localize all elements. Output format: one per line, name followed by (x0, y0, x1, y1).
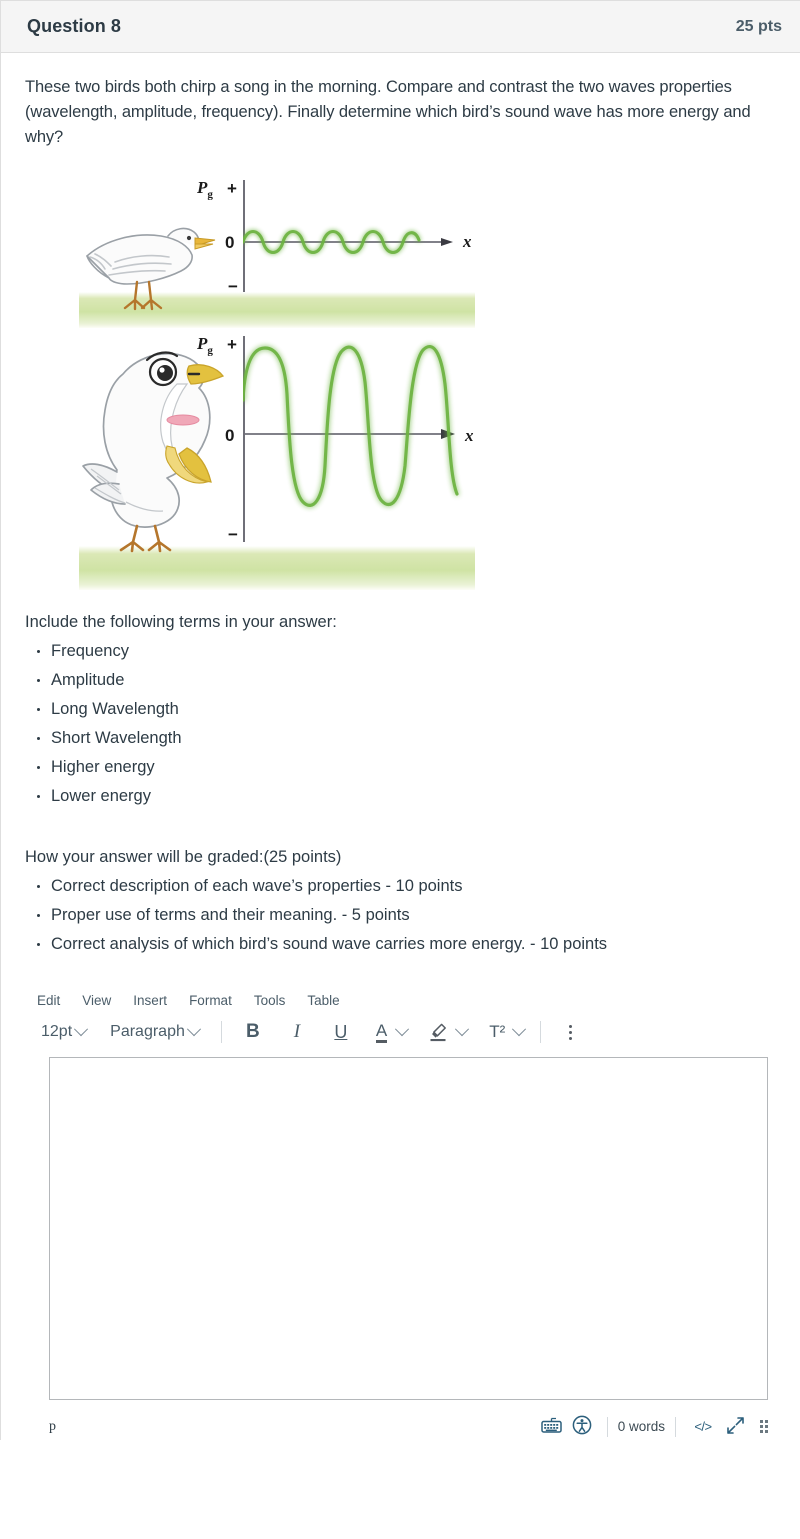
keyboard-shortcuts-button[interactable] (537, 1414, 567, 1440)
figure-panel-bottom: Pg + − 0 x (79, 328, 475, 590)
menu-edit[interactable]: Edit (37, 993, 60, 1008)
text-color-button[interactable]: A (368, 1018, 415, 1047)
figure-panel-top: Pg + − 0 x (79, 166, 475, 328)
editor-statusbar: p 0 words </> (49, 1414, 768, 1440)
question-points: 25 pts (735, 17, 782, 35)
question-card: Question 8 25 pts These two birds both c… (0, 0, 800, 1440)
list-item: Correct description of each wave’s prope… (37, 872, 780, 901)
y-axis-label-top: Pg (197, 178, 213, 201)
superscript-button[interactable]: T² (481, 1018, 532, 1046)
code-icon: </> (694, 1419, 712, 1435)
editor-menubar: Edit View Insert Format Tools Table (25, 989, 780, 1016)
wave-graph-bottom (243, 345, 459, 507)
list-item: Proper use of terms and their meaning. -… (37, 901, 780, 930)
chevron-down-icon (186, 1022, 201, 1037)
list-item: Long Wavelength (37, 695, 780, 724)
bold-button[interactable]: B (238, 1018, 268, 1046)
block-format-select[interactable]: Paragraph (104, 1019, 205, 1045)
grading-intro: How your answer will be graded:(25 point… (25, 848, 342, 866)
block-format-value: Paragraph (110, 1023, 185, 1041)
plus-sign-bottom: + (227, 335, 237, 354)
statusbar-divider (606, 1416, 608, 1437)
toolbar-divider (220, 1021, 222, 1044)
menu-tools[interactable]: Tools (254, 993, 286, 1008)
menu-format[interactable]: Format (189, 993, 232, 1008)
list-item: Correct analysis of which bird’s sound w… (37, 930, 780, 959)
toolbar-divider (540, 1021, 542, 1044)
more-options-button[interactable] (555, 1018, 585, 1046)
chevron-down-icon (74, 1022, 89, 1037)
superscript-icon: T² (489, 1022, 506, 1042)
chevron-down-icon (395, 1022, 410, 1037)
plus-sign-top: + (227, 179, 237, 198)
list-item: Higher energy (37, 753, 780, 782)
minus-sign-bottom: − (228, 525, 238, 544)
wave-graph-top (243, 229, 453, 255)
underline-button[interactable]: U (326, 1018, 356, 1046)
list-item: Lower energy (37, 782, 780, 811)
highlight-color-button[interactable] (421, 1018, 475, 1046)
chevron-down-icon (512, 1022, 527, 1037)
editor-toolbar: 12pt Paragraph B I U A T² (25, 1016, 780, 1057)
kebab-menu-icon (568, 1024, 572, 1040)
underline-icon: U (334, 1021, 348, 1042)
menu-view[interactable]: View (82, 993, 111, 1008)
list-item: Frequency (37, 637, 780, 666)
keyboard-icon (541, 1417, 562, 1436)
rich-text-editor: Edit View Insert Format Tools Table 12pt… (25, 989, 780, 1440)
minus-sign-top: − (228, 277, 238, 296)
menu-table[interactable]: Table (307, 993, 339, 1008)
font-size-select[interactable]: 12pt (35, 1019, 92, 1045)
source-code-button[interactable]: </> (686, 1414, 720, 1440)
question-prompt: These two birds both chirp a song in the… (25, 78, 751, 146)
menu-insert[interactable]: Insert (133, 993, 167, 1008)
accessibility-checker-button[interactable] (567, 1414, 597, 1440)
answer-textarea[interactable] (49, 1056, 768, 1400)
question-body: These two birds both chirp a song in the… (0, 53, 800, 1440)
italic-icon: I (293, 1021, 301, 1043)
chevron-down-icon (455, 1022, 470, 1037)
highlighter-icon (429, 1022, 448, 1042)
small-bird-icon (86, 227, 216, 311)
resize-drag-handle[interactable] (760, 1420, 768, 1434)
page-title: Question 8 (27, 16, 122, 36)
font-size-value: 12pt (41, 1023, 73, 1041)
list-item: Amplitude (37, 666, 780, 695)
large-bird-icon (82, 351, 225, 553)
x-axis-label-bottom: x (465, 426, 474, 445)
grading-list: Correct description of each wave’s prope… (25, 872, 780, 959)
y-axis-label-bottom: Pg (197, 334, 213, 357)
statusbar-right-group: 0 words </> (537, 1414, 768, 1440)
terms-list: Frequency Amplitude Long Wavelength Shor… (25, 637, 780, 811)
x-axis-label-top: x (463, 232, 472, 251)
terms-intro: Include the following terms in your answ… (25, 613, 337, 631)
bold-icon: B (245, 1021, 260, 1043)
expand-editor-button[interactable] (720, 1414, 750, 1440)
resize-icon (726, 1416, 745, 1438)
text-color-icon: A (375, 1022, 388, 1043)
list-item: Short Wavelength (37, 724, 780, 753)
question-header: Question 8 25 pts (0, 0, 800, 53)
wave-comparison-figure: Pg + − 0 x Pg + − 0 x (79, 166, 475, 590)
zero-label-bottom: 0 (225, 426, 235, 445)
zero-label-top: 0 (225, 233, 235, 252)
element-path[interactable]: p (49, 1419, 56, 1435)
word-count[interactable]: 0 words (618, 1419, 665, 1434)
statusbar-divider (675, 1416, 676, 1437)
italic-button[interactable]: I (282, 1018, 312, 1046)
accessibility-icon (572, 1415, 592, 1438)
